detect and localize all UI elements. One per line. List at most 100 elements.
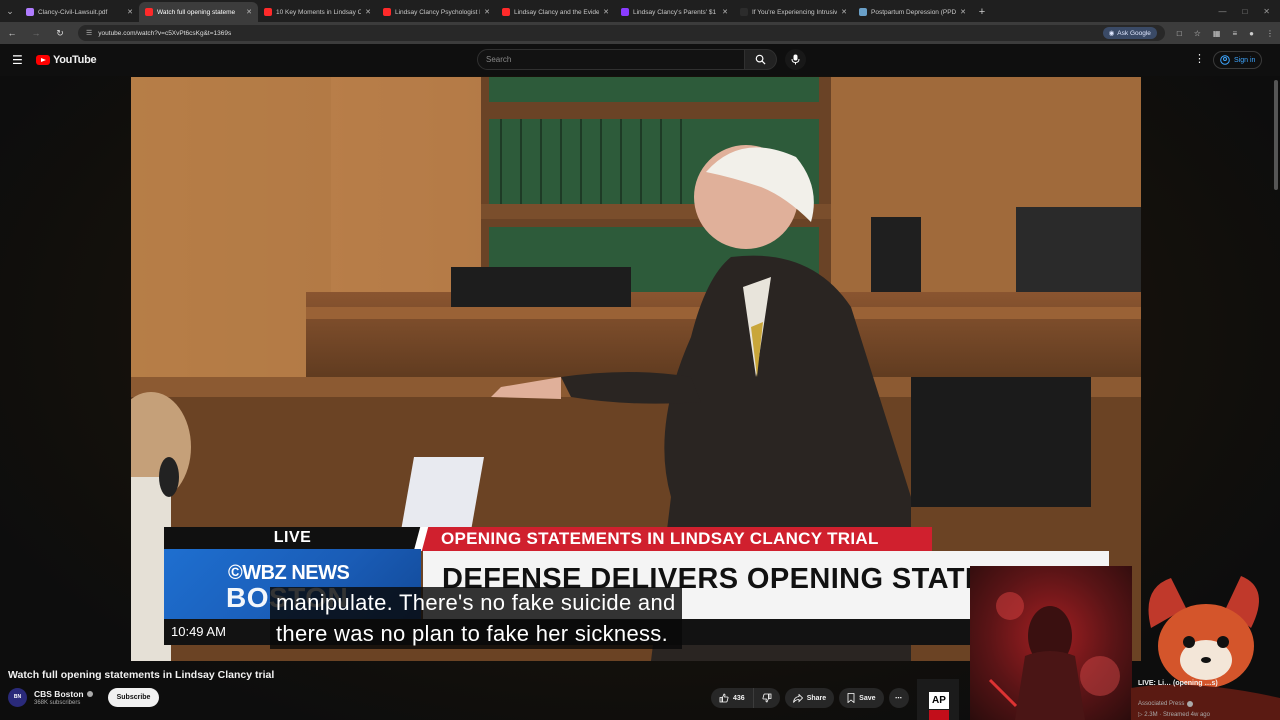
save-label: Save: [859, 694, 876, 702]
youtube-wordmark: YouTube: [53, 54, 97, 66]
subscribe-button[interactable]: Subscribe: [107, 687, 160, 707]
red-panda-overlay: [1131, 576, 1280, 720]
extensions-icon[interactable]: ▦: [1213, 29, 1221, 38]
tab-title: Lindsay Clancy Psychologist De: [395, 8, 481, 16]
browser-tab[interactable]: Watch full opening stateme ✕: [139, 2, 258, 22]
tab-close-icon[interactable]: ✕: [127, 8, 133, 16]
url-field[interactable]: ☰ youtube.com/watch?v=c5XvPt6csKg&t=1369…: [78, 25, 1165, 41]
search-icon: [755, 54, 766, 65]
address-bar: ← → ↻ ☰ youtube.com/watch?v=c5XvPt6csKg&…: [0, 22, 1280, 44]
tab-close-icon[interactable]: ✕: [603, 8, 609, 16]
url-text: youtube.com/watch?v=c5XvPt6csKg&t=1369s: [98, 29, 232, 37]
tab-favicon-icon: [26, 8, 34, 16]
bookmark-star-icon[interactable]: ☆: [1194, 29, 1201, 38]
minimize-icon[interactable]: —: [1218, 7, 1226, 16]
search-input[interactable]: [477, 49, 745, 70]
reload-icon[interactable]: ↻: [54, 28, 66, 39]
dislike-button[interactable]: [752, 688, 780, 708]
thumbs-down-icon: [762, 693, 772, 703]
install-icon[interactable]: □: [1177, 29, 1182, 38]
recommendation-title[interactable]: LIVE: Li… (opening …s): [1138, 679, 1238, 689]
tab-close-icon[interactable]: ✕: [960, 8, 966, 16]
share-label: Share: [806, 694, 827, 702]
channel-name[interactable]: CBS Boston: [34, 689, 84, 699]
search-button[interactable]: [745, 49, 777, 70]
recommendation-channel: Associated Press: [1138, 701, 1194, 707]
youtube-play-icon: [36, 55, 50, 65]
sign-in-label: Sign in: [1234, 56, 1256, 64]
close-window-icon[interactable]: ✕: [1263, 7, 1270, 16]
artwork-figure: [988, 592, 1120, 720]
lens-icon: ◉: [1108, 30, 1115, 37]
like-button[interactable]: 436: [711, 688, 753, 708]
more-actions-button[interactable]: ⋯: [888, 688, 909, 708]
voice-search-button[interactable]: [785, 49, 806, 70]
tab-close-icon[interactable]: ✕: [246, 8, 252, 16]
tab-close-icon[interactable]: ✕: [841, 8, 847, 16]
tab-close-icon[interactable]: ✕: [722, 8, 728, 16]
browser-tab[interactable]: 10 Key Moments in Lindsay Cla ✕: [258, 2, 377, 22]
profile-icon[interactable]: ●: [1249, 29, 1254, 38]
subscriber-count: 368K subscribers: [34, 699, 81, 706]
youtube-logo[interactable]: YouTube: [36, 54, 97, 66]
mute-slash-icon: [988, 678, 1018, 708]
tab-favicon-icon: [740, 8, 748, 16]
overlay-artwork: [970, 566, 1132, 720]
account-icon: [1220, 55, 1230, 65]
browser-menu-icon[interactable]: ⋮: [1266, 29, 1274, 38]
tab-title: 10 Key Moments in Lindsay Cla: [276, 8, 362, 16]
tab-favicon-icon: [264, 8, 272, 16]
browser-tab[interactable]: Postpartum Depression (PPD) ✕: [853, 2, 972, 22]
recommendation-channel-name: Associated Press: [1138, 701, 1185, 707]
menu-icon[interactable]: ☰: [12, 53, 24, 67]
ask-google-button[interactable]: ◉ Ask Google: [1102, 27, 1157, 39]
search-box: [477, 49, 806, 70]
browser-tab[interactable]: Lindsay Clancy's Parents' $1 Mi ✕: [615, 2, 734, 22]
site-info-icon[interactable]: ☰: [86, 29, 92, 37]
share-icon: [792, 693, 803, 703]
forward-icon[interactable]: →: [30, 28, 42, 38]
channel-name-row[interactable]: CBS Boston: [34, 689, 93, 699]
tab-favicon-icon: [145, 8, 153, 16]
tab-title: If You're Experiencing Intrusive: [752, 8, 838, 16]
channel-avatar[interactable]: BN: [8, 687, 27, 707]
browser-tab-bar: ⌄ Clancy-Civil-Lawsuit.pdf ✕ Watch full op…: [0, 0, 1280, 22]
save-button[interactable]: Save: [839, 688, 884, 708]
browser-tab[interactable]: If You're Experiencing Intrusive ✕: [734, 2, 853, 22]
sign-in-button[interactable]: Sign in: [1213, 51, 1263, 69]
settings-menu-icon[interactable]: ⋮: [1194, 52, 1205, 65]
more-icon: ⋯: [895, 695, 903, 702]
browser-tab[interactable]: Lindsay Clancy and the Eviden ✕: [496, 2, 615, 22]
tab-title: Lindsay Clancy's Parents' $1 Mi: [633, 8, 719, 16]
tab-list: Clancy-Civil-Lawsuit.pdf ✕ Watch full open…: [20, 2, 972, 22]
youtube-header: ☰ YouTube ⋮ Sign in: [0, 44, 1280, 76]
page-scrollbar[interactable]: [1274, 80, 1278, 190]
new-tab-button[interactable]: +: [972, 2, 992, 22]
tab-title: Clancy-Civil-Lawsuit.pdf: [38, 8, 108, 16]
bookmark-icon: [847, 693, 855, 703]
tab-favicon-icon: [621, 8, 629, 16]
media-icon[interactable]: ≡: [1232, 29, 1237, 38]
video-title: Watch full opening statements in Lindsay…: [8, 669, 275, 681]
channel-row: BN CBS Boston 368K subscribers Subscribe: [8, 686, 160, 708]
like-count: 436: [733, 694, 745, 702]
tab-favicon-icon: [859, 8, 867, 16]
browser-tab[interactable]: Clancy-Civil-Lawsuit.pdf ✕: [20, 2, 139, 22]
tab-close-icon[interactable]: ✕: [365, 8, 371, 16]
verified-icon: [86, 690, 93, 697]
thumbs-up-icon: [719, 693, 729, 703]
back-icon[interactable]: ←: [6, 28, 18, 38]
browser-tab[interactable]: Lindsay Clancy Psychologist De ✕: [377, 2, 496, 22]
share-button[interactable]: Share: [784, 688, 835, 708]
tab-search-icon[interactable]: ⌄: [0, 0, 20, 22]
window-controls: — □ ✕: [1218, 0, 1280, 22]
tab-title: Watch full opening stateme: [157, 8, 236, 16]
toolbar-icons: □ ☆ ▦ ≡ ● ⋮: [1177, 29, 1274, 38]
tab-favicon-icon: [502, 8, 510, 16]
tab-close-icon[interactable]: ✕: [484, 8, 490, 16]
video-actions: 436 Share Save ⋯: [711, 688, 909, 708]
channel-meta: CBS Boston 368K subscribers: [34, 689, 93, 706]
maximize-icon[interactable]: □: [1242, 7, 1247, 16]
recommendation-stats: ▷ 2.3M · Streamed 4w ago: [1138, 712, 1210, 718]
ask-google-label: Ask Google: [1117, 29, 1151, 37]
